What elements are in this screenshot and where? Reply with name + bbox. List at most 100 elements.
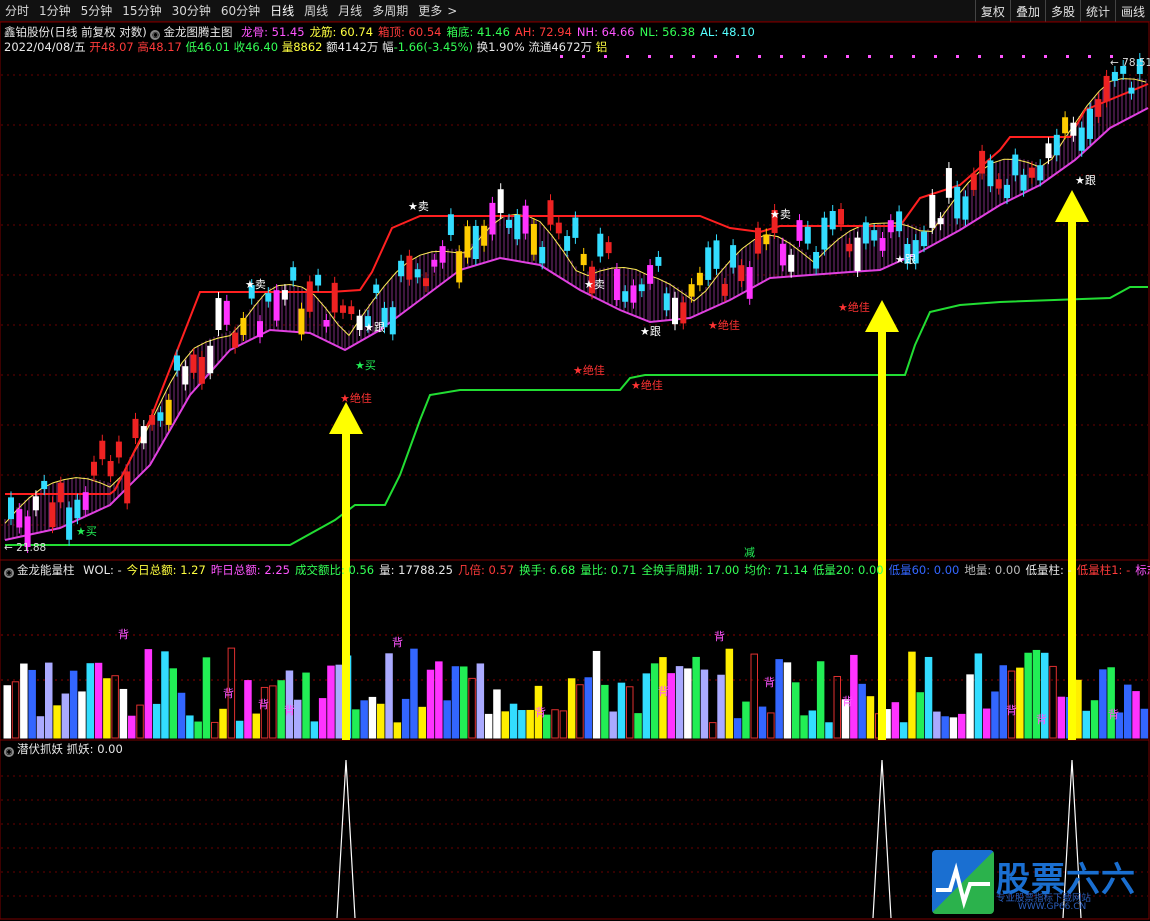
volume-bar (94, 662, 103, 739)
volume-bar (360, 700, 368, 739)
volume-bar (385, 653, 393, 739)
volume-bar (792, 682, 800, 739)
low-price-label: ← 21.88 (4, 542, 46, 554)
volume-bar (966, 674, 974, 739)
candle-body (1004, 184, 1010, 199)
volume-bar (1082, 710, 1090, 739)
volume-bar (667, 673, 675, 739)
volume-bar (136, 704, 144, 739)
signal-annotation-8: ★买 (355, 359, 376, 372)
candle-body (995, 179, 1002, 189)
volume-bar (393, 722, 402, 739)
candle-body (8, 497, 14, 520)
candle-body (232, 332, 239, 348)
volume-bar (866, 696, 875, 739)
candle-body (157, 412, 164, 421)
marker-dot (802, 55, 805, 58)
marker-dot (846, 55, 849, 58)
marker-dot (648, 55, 651, 58)
marker-dot (934, 55, 937, 58)
volume-bar (78, 691, 86, 739)
candle-body (489, 202, 496, 235)
candle-body (323, 320, 330, 327)
volume-bar (352, 709, 360, 739)
candle-body (257, 321, 263, 338)
candle-body (630, 285, 637, 303)
candle-body (57, 482, 64, 503)
volume-bar (377, 703, 385, 739)
candle-body (688, 284, 695, 297)
candle-body (472, 225, 479, 260)
candle-body (207, 345, 214, 374)
volume-bar (169, 668, 177, 739)
back-label-7: 背 (258, 697, 269, 711)
candle-body (846, 243, 853, 252)
candle-body (273, 290, 280, 321)
back-label-5: 背 (842, 694, 853, 708)
candle-body (572, 217, 579, 238)
candle-body (240, 317, 247, 335)
settings-icon[interactable]: ◉ (4, 747, 14, 757)
logo-url: WWW.GP66.CN (1018, 902, 1087, 912)
candle-body (423, 278, 429, 287)
volume-field-11: 低量60: 0.00 (888, 563, 960, 577)
volume-bar (186, 715, 194, 739)
volume-bar (601, 684, 609, 739)
volume-bar (294, 699, 302, 739)
volume-field-5: 几倍: 0.57 (458, 563, 515, 577)
signal-annotation-9: ★买 (76, 525, 97, 538)
candle-body (730, 245, 737, 268)
volume-bar (509, 703, 518, 739)
candle-body (198, 356, 205, 384)
volume-bar (252, 713, 260, 739)
volume-bar (177, 692, 186, 739)
candle-body (721, 283, 728, 296)
back-label-9: 背 (535, 705, 546, 719)
volume-field-4: 量: 17788.25 (379, 563, 453, 577)
signal-field-value: 0.00 (97, 742, 123, 756)
signal-indicator-name[interactable]: 潜伏抓妖 (17, 742, 63, 756)
candle-body (373, 284, 380, 293)
volume-bar (576, 684, 584, 739)
back-label-1: 背 (392, 635, 403, 649)
marker-dot (758, 55, 761, 58)
back-label-6: 背 (223, 686, 234, 700)
signal-annotation-6: ★跟 (895, 253, 916, 266)
marker-dot (736, 55, 739, 58)
volume-bar (717, 674, 725, 739)
candle-body (921, 231, 927, 247)
volume-bar (36, 716, 45, 739)
candle-body (987, 160, 994, 187)
candle-body (506, 219, 512, 228)
volume-bar (518, 710, 526, 739)
chart-canvas[interactable]: ← 78.51 ← 21.88 ★卖 ★卖 ★卖 ★卖 ★跟 ★跟 ★跟 ★跟 ★买 ★买 ★绝佳 ★绝佳… (0, 0, 1150, 921)
volume-bar (3, 685, 11, 739)
candle-body (41, 480, 48, 490)
volume-indicator-name[interactable]: 金龙能量柱 (17, 563, 75, 577)
signal-annotation-13: ★绝佳 (708, 318, 740, 332)
back-label-3: 背 (764, 675, 775, 689)
volume-field-8: 全换手周期: 17.00 (641, 563, 740, 577)
volume-field-7: 量比: 0.71 (580, 563, 637, 577)
volume-bar (161, 651, 169, 739)
candle-body (522, 205, 529, 234)
volume-bar (767, 712, 775, 739)
volume-fields: WOL: - 今日总额: 1.27 昨日总额: 2.25 成交额比: 0.56 量: 1… (78, 563, 1150, 577)
back-label-11: 背 (1036, 712, 1047, 726)
candle-body (680, 302, 687, 324)
candle-body (514, 214, 521, 240)
volume-bar (45, 662, 53, 739)
candle-body (779, 243, 786, 266)
candle-body (979, 150, 986, 174)
volume-bar (401, 698, 410, 739)
signal-annotation-3: ★卖 (770, 208, 791, 221)
back-label-8: 背 (284, 703, 295, 717)
signal-annotation-2: ★卖 (584, 278, 605, 291)
marker-dot (956, 55, 959, 58)
volume-bar (194, 721, 202, 739)
volume-bar (103, 678, 111, 739)
volume-field-13: 低量柱: - (1025, 563, 1072, 577)
candle-body (937, 218, 944, 225)
volume-bar (211, 721, 219, 739)
settings-icon[interactable]: ◉ (4, 568, 14, 578)
